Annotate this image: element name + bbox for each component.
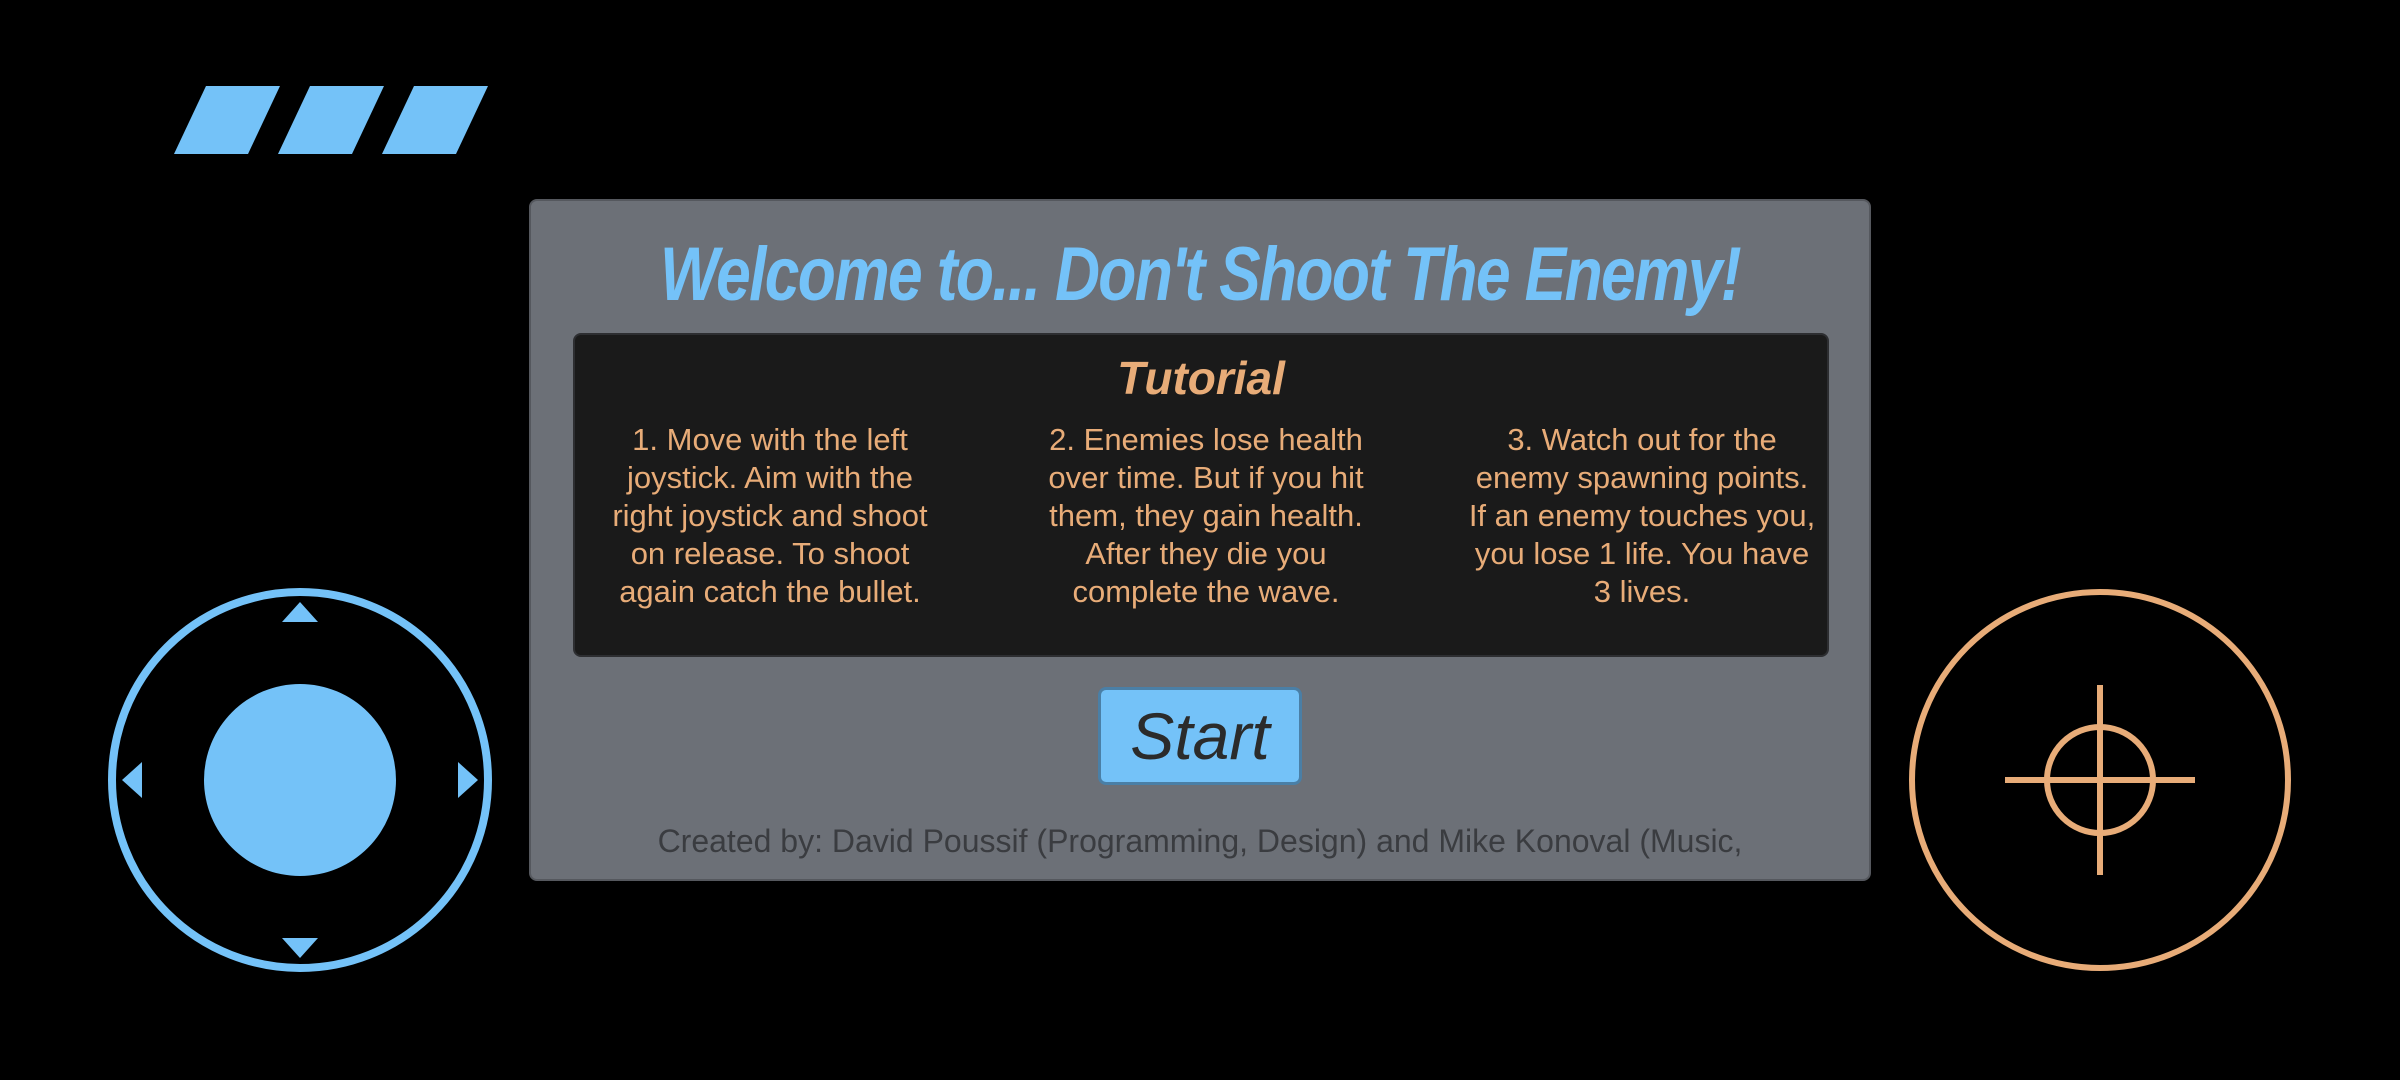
credits-text: Created by: David Poussif (Programming, …	[657, 823, 1743, 859]
life-segment	[174, 86, 280, 154]
arrow-up-icon	[282, 602, 318, 622]
life-segment	[382, 86, 488, 154]
tutorial-step-2: 2. Enemies lose health over time. But if…	[1048, 422, 1364, 609]
arrow-left-icon	[122, 762, 142, 798]
crosshair-icon[interactable]	[1907, 587, 2293, 973]
start-button[interactable]: Start	[1098, 687, 1302, 785]
arrow-down-icon	[282, 938, 318, 958]
arrow-right-icon	[458, 762, 478, 798]
move-joystick[interactable]	[107, 587, 493, 973]
move-joystick-thumb	[204, 684, 396, 876]
tutorial-steps: 1. Move with the left joystick. Aim with…	[595, 421, 1817, 611]
dpad-joystick-icon[interactable]	[107, 587, 493, 973]
aim-joystick[interactable]	[1907, 587, 2293, 973]
tutorial-step-1: 1. Move with the left joystick. Aim with…	[612, 422, 928, 609]
life-segment	[278, 86, 384, 154]
tutorial-heading: Tutorial	[1117, 352, 1285, 404]
welcome-panel: Welcome to... Don't Shoot The Enemy! Tut…	[529, 199, 1871, 881]
tutorial-box: Tutorial 1. Move with the left joystick.…	[573, 333, 1829, 657]
game-title: Welcome to... Don't Shoot The Enemy!	[660, 232, 1742, 317]
lives-indicator	[174, 86, 514, 154]
lives-bar-icon	[174, 86, 488, 154]
tutorial-step-3: 3. Watch out for the enemy spawning poin…	[1468, 422, 1816, 609]
